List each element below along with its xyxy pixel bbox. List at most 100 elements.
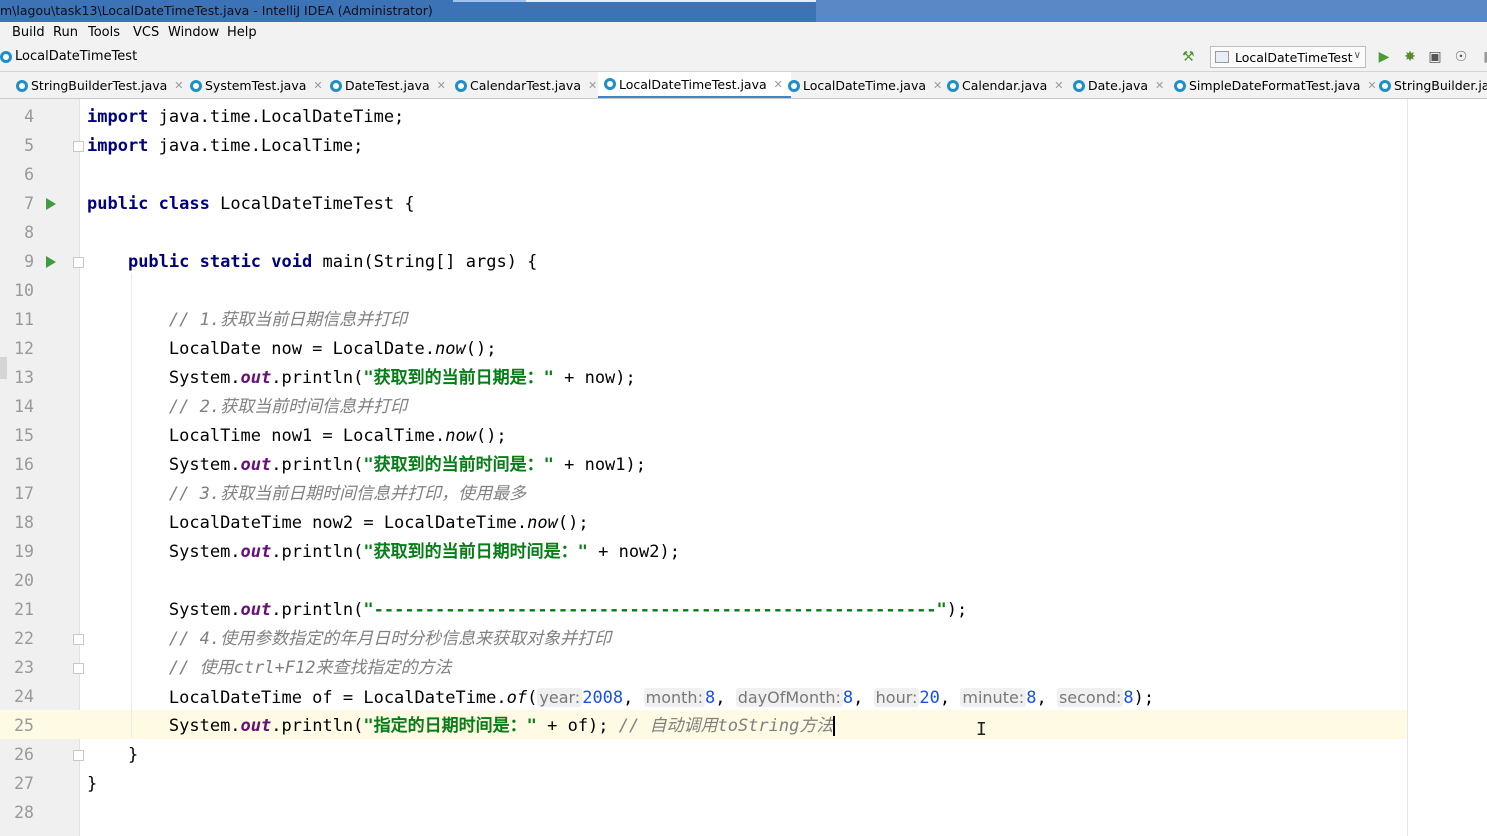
code-line-18: LocalDateTime now2 = LocalDateTime.now()… <box>87 509 589 538</box>
line-number: 24 <box>14 687 34 706</box>
tab-localdatetimetest[interactable]: LocalDateTimeTest.java ✕ <box>598 72 791 98</box>
tab-date[interactable]: Date.java ✕ <box>1073 72 1164 98</box>
tab-label: LocalDateTime.java <box>803 78 927 93</box>
code-text: , <box>1036 688 1057 708</box>
code-line-17: // 3.获取当前日期时间信息并打印，使用最多 <box>87 480 526 509</box>
keyword: void <box>271 252 313 272</box>
line-number: 17 <box>14 484 34 503</box>
window-title: m\lagou\task13\LocalDateTimeTest.java - … <box>0 3 433 18</box>
code-text: .println( <box>271 455 364 475</box>
close-icon[interactable]: ✕ <box>774 78 783 91</box>
menu-window[interactable]: Window <box>168 25 219 40</box>
fold-icon[interactable] <box>73 257 84 268</box>
keyword: import <box>87 107 149 127</box>
menu-vcs[interactable]: VCS <box>133 25 159 40</box>
static-method: of <box>506 688 528 708</box>
navigation-bar: LocalDateTimeTest ⚒ LocalDateTimeTest ∨ … <box>0 44 1487 72</box>
code-text: , <box>623 688 644 708</box>
code-text: ( <box>527 688 538 708</box>
static-method: now <box>527 513 558 533</box>
line-number: 13 <box>14 368 34 387</box>
breadcrumb[interactable]: LocalDateTimeTest <box>0 49 137 64</box>
code-line-4: import java.time.LocalDateTime; <box>87 103 404 132</box>
close-icon[interactable]: ✕ <box>437 79 446 92</box>
run-class-icon[interactable] <box>46 198 56 210</box>
code-text: LocalDate now = LocalDate. <box>168 339 435 359</box>
more-icon[interactable]: ▮ <box>1478 48 1487 66</box>
close-icon[interactable]: ✕ <box>933 79 942 92</box>
code-text: java.time.LocalTime; <box>148 136 364 156</box>
parameter-hint-year: year: <box>537 688 583 707</box>
code-line-19: System.out.println("获取到的当前日期时间是：" + now2… <box>87 538 680 567</box>
code-text: + now); <box>553 368 636 388</box>
code-text: .println( <box>271 542 364 562</box>
fold-icon[interactable] <box>73 634 84 645</box>
static-method: now <box>445 426 476 446</box>
tab-calendar[interactable]: Calendar.java ✕ <box>947 72 1063 98</box>
tab-datetest[interactable]: DateTest.java ✕ <box>330 72 446 98</box>
string-literal: "指定的日期时间是：" <box>363 716 537 736</box>
title-highlight <box>453 0 526 2</box>
static-field: out <box>240 455 272 475</box>
line-number: 12 <box>14 339 34 358</box>
fold-icon[interactable] <box>73 141 84 152</box>
code-line-21: System.out.println("--------------------… <box>87 596 967 625</box>
tab-stringbuilder[interactable]: StringBuilder.jav <box>1379 72 1487 98</box>
line-number: 23 <box>14 658 34 677</box>
string-literal: "获取到的当前日期时间是：" <box>363 542 588 562</box>
class-icon <box>1174 79 1186 92</box>
line-number: 6 <box>24 165 34 184</box>
code-text: , <box>853 688 874 708</box>
close-icon[interactable]: ✕ <box>1367 79 1376 92</box>
menu-build[interactable]: Build <box>12 25 45 40</box>
close-icon[interactable]: ✕ <box>1054 79 1063 92</box>
tab-stringbuildertest[interactable]: StringBuilderTest.java ✕ <box>16 72 184 98</box>
coverage-icon[interactable]: ▣ <box>1426 48 1444 66</box>
menu-run[interactable]: Run <box>53 25 78 40</box>
tab-localdatetime[interactable]: LocalDateTime.java ✕ <box>788 72 942 98</box>
profile-icon[interactable]: ☉ <box>1452 48 1470 66</box>
code-line-22: // 4.使用参数指定的年月日时分秒信息来获取对象并打印 <box>87 625 611 654</box>
tab-calendartest[interactable]: CalendarTest.java ✕ <box>455 72 597 98</box>
code-text: + now2); <box>587 542 680 562</box>
build-hammer-icon[interactable]: ⚒ <box>1182 49 1198 65</box>
close-icon[interactable]: ✕ <box>588 79 597 92</box>
code-line-5: import java.time.LocalTime; <box>87 132 363 161</box>
tab-label: StringBuilderTest.java <box>31 78 168 93</box>
close-icon[interactable]: ✕ <box>174 79 183 92</box>
menu-help[interactable]: Help <box>227 25 257 40</box>
code-comment: // 1.获取当前日期信息并打印 <box>168 310 408 330</box>
code-line-11: // 1.获取当前日期信息并打印 <box>87 306 407 335</box>
title-highlight <box>526 0 816 2</box>
tab-systemtest[interactable]: SystemTest.java ✕ <box>190 72 323 98</box>
line-number: 18 <box>14 513 34 532</box>
run-main-icon[interactable] <box>46 256 56 268</box>
number-literal: 8 <box>1123 688 1134 708</box>
run-icon[interactable]: ▶ <box>1375 48 1393 66</box>
run-configuration-select[interactable]: LocalDateTimeTest ∨ <box>1210 46 1366 68</box>
class-icon <box>1073 79 1085 92</box>
line-number: 25 <box>14 716 34 735</box>
fold-icon[interactable] <box>73 750 84 761</box>
tab-label: SystemTest.java <box>205 78 307 93</box>
fold-icon[interactable] <box>73 663 84 674</box>
code-line-27: } <box>87 770 97 799</box>
parameter-hint-second: second: <box>1056 688 1124 707</box>
number-literal: 8 <box>1026 688 1037 708</box>
tab-label: Calendar.java <box>962 78 1048 93</box>
close-icon[interactable]: ✕ <box>313 79 322 92</box>
menu-tools[interactable]: Tools <box>88 25 120 40</box>
editor-tab-bar: StringBuilderTest.java ✕ SystemTest.java ✕… <box>0 72 1487 99</box>
code-editor[interactable]: 4 5 6 7 8 9 10 11 12 13 14 15 16 17 18 1… <box>0 99 1487 836</box>
line-number: 19 <box>14 542 34 561</box>
code-line-9: public static void main(String[] args) { <box>87 248 537 277</box>
code-text: System. <box>168 600 241 620</box>
debug-icon[interactable]: ✸ <box>1401 48 1419 66</box>
close-icon[interactable]: ✕ <box>1155 79 1164 92</box>
line-number: 26 <box>14 745 34 764</box>
code-line-26: } <box>87 741 138 770</box>
tab-simpledateformattest[interactable]: SimpleDateFormatTest.java ✕ <box>1174 72 1377 98</box>
number-literal: 20 <box>919 688 940 708</box>
string-literal: "获取到的当前时间是：" <box>363 455 554 475</box>
parameter-hint-day: dayOfMonth: <box>735 688 843 707</box>
